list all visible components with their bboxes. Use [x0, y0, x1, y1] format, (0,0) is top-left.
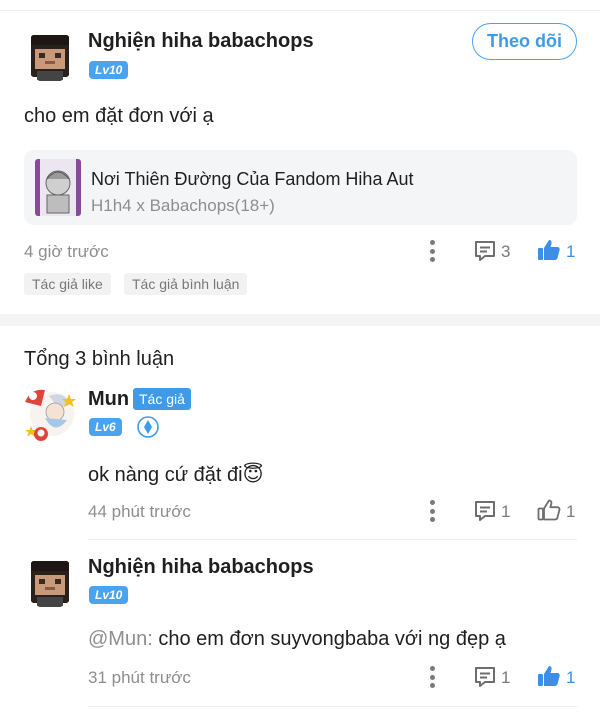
comment-divider [88, 539, 577, 540]
level-badge: Lv6 [89, 418, 122, 436]
comment-author-name[interactable]: Mun [88, 388, 129, 411]
comment-text: @Mun: cho em đơn suyvongbaba với ng đẹp … [88, 628, 506, 651]
pixel-avatar-icon [23, 555, 77, 609]
linked-story-card[interactable]: Nơi Thiên Đường Của Fandom Hiha Aut H1h4… [24, 150, 577, 225]
top-divider [0, 10, 600, 11]
author-commented-tag: Tác giả bình luận [124, 273, 248, 295]
comment-like-count: 1 [566, 502, 576, 521]
story-subtitle: H1h4 x Babachops(18+) [91, 196, 275, 215]
post-author-name[interactable]: Nghiện hiha babachops [88, 30, 314, 53]
thumbs-up-outline-icon[interactable] [537, 498, 561, 522]
comment-like-count: 1 [566, 668, 576, 687]
anime-avatar-icon [19, 382, 83, 446]
comment-author-avatar[interactable] [19, 382, 83, 446]
section-separator [0, 314, 600, 326]
comment-author-avatar[interactable] [23, 555, 77, 609]
follow-button[interactable]: Theo dõi [472, 23, 577, 60]
thumbs-up-filled-icon[interactable] [537, 238, 561, 262]
author-badge: Tác giả [133, 388, 191, 410]
comment-reply-count: 1 [501, 502, 511, 521]
post-text: cho em đặt đơn với ạ [24, 105, 214, 127]
pixel-avatar-icon [23, 29, 77, 83]
comment-body: cho em đơn suyvongbaba với ng đẹp ạ [152, 628, 506, 650]
post-like-count: 1 [566, 242, 576, 261]
mention-link[interactable]: @Mun: [88, 628, 153, 650]
story-title: Nơi Thiên Đường Của Fandom Hiha Aut [91, 169, 414, 189]
more-options-icon[interactable] [430, 240, 436, 262]
comment-divider [88, 706, 577, 707]
level-badge: Lv10 [89, 586, 129, 604]
reply-icon[interactable] [473, 499, 497, 523]
post-timestamp: 4 giờ trước [24, 242, 109, 261]
author-liked-tag: Tác giả like [24, 273, 111, 295]
comment-text: ok nàng cứ đặt đi😇 [88, 464, 264, 486]
comments-total-heading: Tổng 3 bình luận [24, 348, 175, 370]
comment-reply-count: 1 [501, 668, 511, 687]
reply-icon[interactable] [473, 665, 497, 689]
level-badge: Lv10 [89, 61, 129, 79]
verified-diamond-icon [137, 416, 159, 438]
comment-timestamp: 44 phút trước [88, 502, 191, 521]
comment-icon[interactable] [473, 239, 497, 263]
thumbs-up-filled-icon[interactable] [537, 664, 561, 688]
story-cover-thumbnail [35, 159, 81, 216]
post-author-avatar[interactable] [23, 29, 77, 83]
comment-timestamp: 31 phút trước [88, 668, 191, 687]
more-options-icon[interactable] [430, 666, 436, 688]
comment-author-name[interactable]: Nghiện hiha babachops [88, 556, 314, 579]
more-options-icon[interactable] [430, 500, 436, 522]
post-comment-count: 3 [501, 242, 511, 261]
